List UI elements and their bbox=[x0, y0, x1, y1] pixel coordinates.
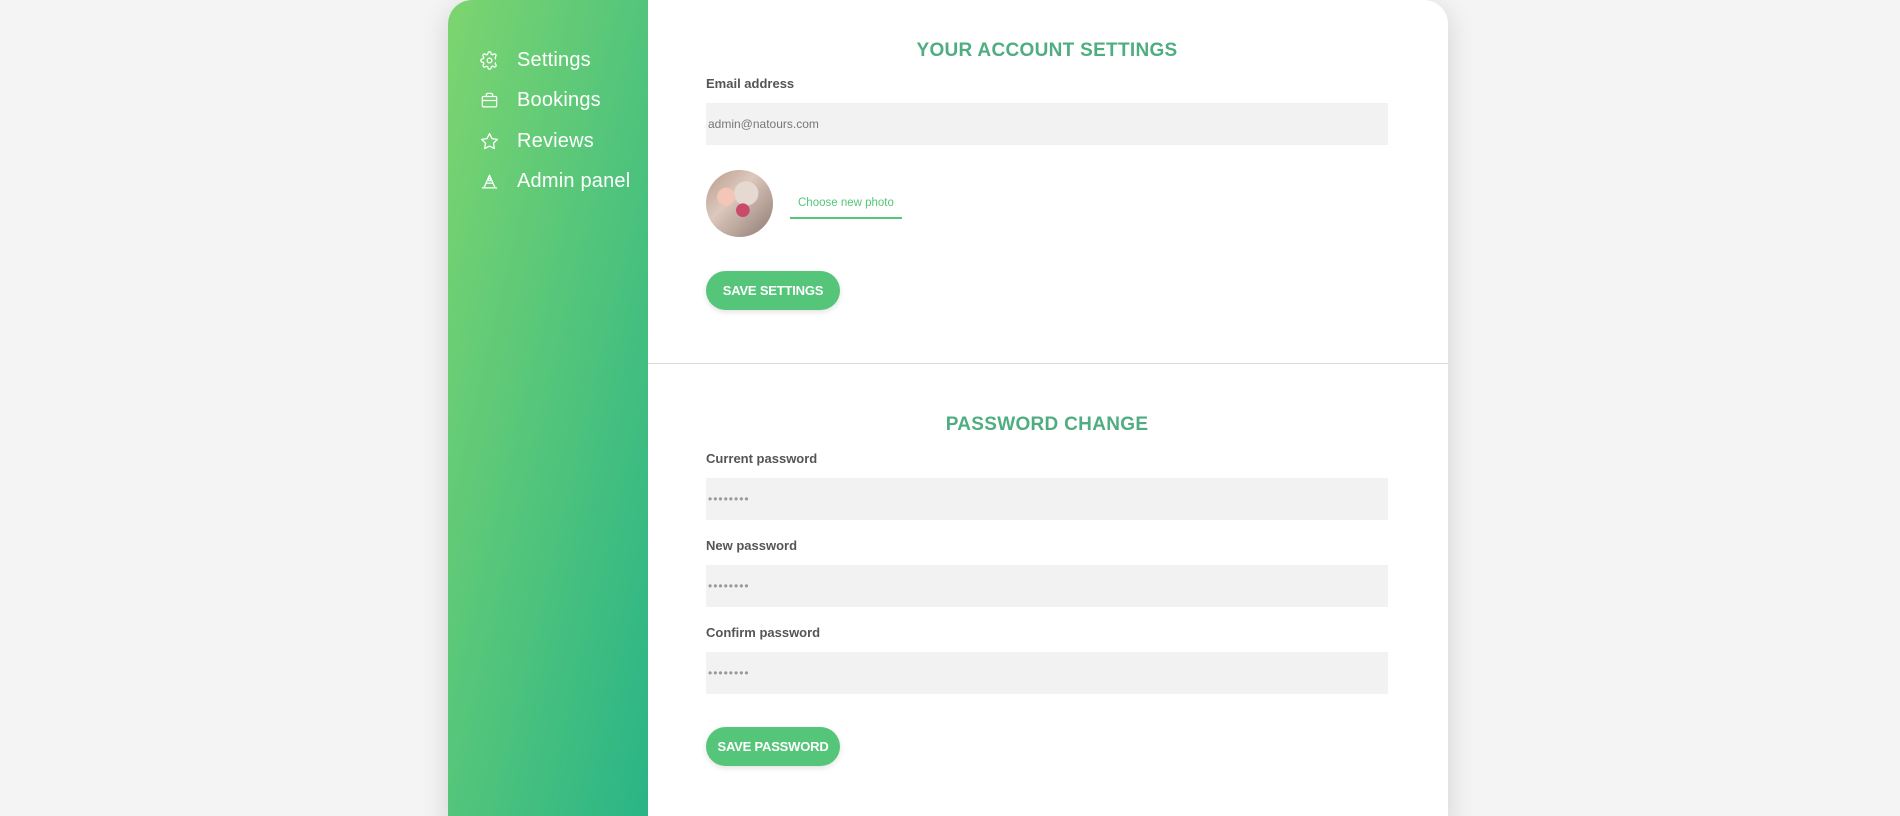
email-label: Email address bbox=[706, 76, 795, 91]
email-field[interactable] bbox=[706, 103, 1388, 145]
sidebar: Settings Bookings Reviews Admin panel bbox=[448, 0, 648, 816]
save-password-button[interactable]: SAVE PASSWORD bbox=[706, 727, 840, 766]
sidebar-item-reviews[interactable]: Reviews bbox=[448, 121, 648, 162]
account-settings-form: YOUR ACCOUNT SETTINGS Email address Choo… bbox=[706, 40, 1388, 310]
sidebar-item-label: Bookings bbox=[517, 89, 601, 112]
briefcase-icon bbox=[480, 91, 499, 110]
settings-icon bbox=[480, 50, 499, 70]
choose-photo-link[interactable]: Choose new photo bbox=[790, 189, 902, 219]
sidebar-item-bookings[interactable]: Bookings bbox=[448, 81, 648, 122]
sidebar-item-label: Reviews bbox=[517, 129, 594, 152]
sidebar-item-label: Admin panel bbox=[517, 170, 631, 193]
new-password-field[interactable] bbox=[706, 565, 1388, 607]
admin-icon bbox=[480, 172, 499, 191]
side-nav: Settings Bookings Reviews Admin panel bbox=[448, 40, 648, 202]
new-password-label: New password bbox=[706, 538, 798, 553]
section-divider bbox=[648, 363, 1448, 364]
password-change-title: PASSWORD CHANGE bbox=[945, 414, 1149, 435]
avatar bbox=[706, 170, 773, 237]
sidebar-item-admin-panel[interactable]: Admin panel bbox=[448, 162, 648, 203]
sidebar-item-label: Settings bbox=[517, 48, 591, 71]
current-password-label: Current password bbox=[706, 451, 818, 466]
sidebar-item-settings[interactable]: Settings bbox=[448, 40, 648, 81]
current-password-field[interactable] bbox=[706, 478, 1388, 520]
confirm-password-field[interactable] bbox=[706, 652, 1388, 694]
main-content: YOUR ACCOUNT SETTINGS Email address Choo… bbox=[648, 0, 1448, 816]
account-settings-title: YOUR ACCOUNT SETTINGS bbox=[916, 40, 1178, 61]
save-settings-button[interactable]: SAVE SETTINGS bbox=[706, 271, 840, 310]
user-view-card: Settings Bookings Reviews Admin panel YO… bbox=[448, 0, 1448, 816]
confirm-password-label: Confirm password bbox=[706, 625, 821, 640]
star-icon bbox=[480, 132, 499, 151]
password-change-form: PASSWORD CHANGE Current password New pas… bbox=[706, 414, 1388, 766]
photo-row: Choose new photo bbox=[706, 170, 1388, 237]
